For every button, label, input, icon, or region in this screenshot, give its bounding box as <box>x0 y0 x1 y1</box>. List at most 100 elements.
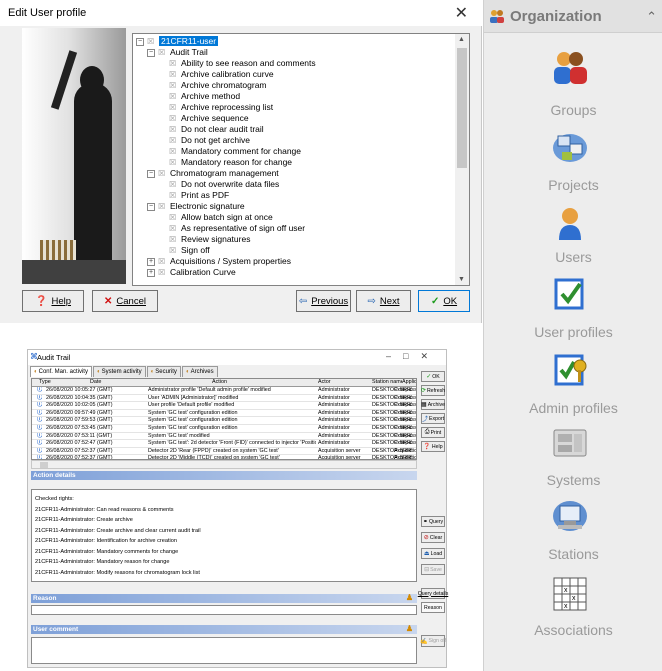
table-row[interactable]: ⓘ 26/08/2020 07:52:47 (GMT) System 'GC tes… <box>32 440 416 448</box>
tab-conf-man-activity[interactable]: ◐Conf. Man. activity <box>30 366 92 377</box>
checkbox-icon[interactable]: ☒ <box>158 268 166 277</box>
checkbox-icon[interactable]: ☒ <box>169 224 177 233</box>
reason-button[interactable]: Reason <box>421 602 445 613</box>
checkbox-icon[interactable]: ☒ <box>169 213 177 222</box>
collapse-toggle-icon[interactable]: − <box>147 48 155 57</box>
column-header[interactable]: Station name <box>372 379 402 387</box>
tree-node[interactable]: ☒ Sign off <box>169 245 210 256</box>
tree-node[interactable]: ☒ Review signatures <box>169 234 250 245</box>
column-header[interactable]: Type <box>39 379 53 387</box>
tree-node[interactable]: + ☒ Acquisitions / System properties <box>147 256 291 267</box>
checkbox-icon[interactable]: ☒ <box>169 70 177 79</box>
table-row[interactable]: ⓘ 26/08/2020 10:02:05 (GMT) User profile '… <box>32 402 416 410</box>
clear-button[interactable]: ⊘ Clear <box>421 532 445 543</box>
checkbox-icon[interactable]: ☒ <box>169 125 177 134</box>
refresh-button[interactable]: ⟳ Refresh <box>421 385 445 396</box>
checkbox-icon[interactable]: ☒ <box>169 147 177 156</box>
reason-input[interactable] <box>31 605 417 615</box>
table-row[interactable]: ⓘ 26/08/2020 07:52:37 (GMT) Detector 2D 'R… <box>32 448 416 456</box>
rights-tree[interactable]: − ☒ 21CFR11-user − ☒ Audit Trail ☒ Ability to s… <box>132 33 470 286</box>
tree-scrollbar[interactable]: ▲ ▼ <box>455 34 469 285</box>
tree-node[interactable]: − ☒ 21CFR11-user <box>136 36 219 47</box>
archive-button[interactable]: ▦ Archive <box>421 399 445 410</box>
tree-node[interactable]: ☒ Archive reprocessing list <box>169 102 273 113</box>
audit-help-button[interactable]: ❓ Help <box>421 441 445 452</box>
tree-node[interactable]: ☒ Do not clear audit trail <box>169 124 264 135</box>
checkbox-icon[interactable]: ☒ <box>158 48 166 57</box>
scroll-up-icon[interactable]: ▲ <box>458 36 465 43</box>
tab-system-activity[interactable]: ◐System activity <box>92 366 146 377</box>
print-button[interactable]: ⎙ Print <box>421 427 445 438</box>
checkbox-icon[interactable]: ☒ <box>158 202 166 211</box>
user-comment-input[interactable] <box>31 637 417 664</box>
tree-node[interactable]: ☒ Print as PDF <box>169 190 229 201</box>
tree-node[interactable]: ☒ Archive sequence <box>169 113 249 124</box>
ok-button[interactable]: ✓ OK <box>418 290 470 312</box>
expand-toggle-icon[interactable]: + <box>147 257 155 266</box>
checkbox-icon[interactable]: ☒ <box>147 37 155 46</box>
organization-header[interactable]: Organization ⌃ <box>484 0 662 33</box>
previous-button[interactable]: ⇦ Previous <box>296 290 351 312</box>
query-details-button[interactable]: Query details <box>418 588 448 599</box>
table-row[interactable]: ⓘ 26/08/2020 09:57:49 (GMT) System 'GC tes… <box>32 410 416 418</box>
table-row[interactable]: ⓘ 26/08/2020 10:05:27 (GMT) Administrator … <box>32 387 416 395</box>
tab-archives[interactable]: ◐Archives <box>181 366 218 377</box>
export-button[interactable]: ⤴ Export <box>421 413 445 424</box>
sign-off-button[interactable]: ✍ Sign off <box>420 635 446 647</box>
table-row[interactable]: ⓘ 26/08/2020 07:53:11 (GMT) System 'GC tes… <box>32 433 416 441</box>
checkbox-icon[interactable]: ☒ <box>158 169 166 178</box>
column-header[interactable]: Date <box>90 379 120 387</box>
tree-node[interactable]: ☒ Archive chromatogram <box>169 80 267 91</box>
checkbox-icon[interactable]: ☒ <box>169 92 177 101</box>
audit-ok-button[interactable]: ✓ OK <box>421 371 445 382</box>
checkbox-icon[interactable]: ☒ <box>169 114 177 123</box>
audit-grid[interactable]: Type Date Action Actor Station name Appl… <box>31 378 417 460</box>
checkbox-icon[interactable]: ☒ <box>169 136 177 145</box>
cancel-button[interactable]: ✕ Cancel <box>92 290 158 312</box>
window-controls[interactable]: –□✕ <box>386 351 440 362</box>
scroll-thumb[interactable] <box>457 48 467 168</box>
tree-node[interactable]: ☒ Archive calibration curve <box>169 69 274 80</box>
tree-node[interactable]: − ☒ Electronic signature <box>147 201 245 212</box>
checkbox-icon[interactable]: ☒ <box>169 81 177 90</box>
load-button[interactable]: ⏏ Load <box>421 548 445 559</box>
collapse-toggle-icon[interactable]: − <box>147 202 155 211</box>
tab-security[interactable]: ◐Security <box>146 366 181 377</box>
tree-node[interactable]: ☒ Do not overwrite data files <box>169 179 279 190</box>
help-button[interactable]: ❓ Help <box>22 290 84 312</box>
tree-node[interactable]: − ☒ Audit Trail <box>147 47 208 58</box>
checkbox-icon[interactable]: ☒ <box>169 191 177 200</box>
grid-horizontal-scrollbar[interactable] <box>31 460 417 469</box>
table-row[interactable]: ⓘ 26/08/2020 10:04:35 (GMT) User 'ADMIN [A… <box>32 395 416 403</box>
tree-node[interactable]: ☒ Ability to see reason and comments <box>169 58 316 69</box>
column-header[interactable]: Applicatio <box>402 379 416 387</box>
tree-node[interactable]: ☒ Archive method <box>169 91 240 102</box>
close-icon[interactable]: ✕ <box>455 3 468 23</box>
table-row[interactable]: ⓘ 26/08/2020 07:53:45 (GMT) System 'GC tes… <box>32 425 416 433</box>
table-row[interactable]: ⓘ 26/08/2020 07:59:53 (GMT) System 'GC tes… <box>32 417 416 425</box>
tree-node[interactable]: + ☒ Calibration Curve <box>147 267 236 278</box>
save-button[interactable]: ⊟ Save <box>421 564 445 575</box>
checkbox-icon[interactable]: ☒ <box>169 103 177 112</box>
next-button[interactable]: ⇨ Next <box>356 290 411 312</box>
collapse-toggle-icon[interactable]: − <box>136 37 144 46</box>
tree-node[interactable]: ☒ Mandatory reason for change <box>169 157 292 168</box>
checkbox-icon[interactable]: ☒ <box>169 158 177 167</box>
tree-node[interactable]: ☒ Do not get archive <box>169 135 250 146</box>
scroll-down-icon[interactable]: ▼ <box>458 276 465 283</box>
tree-node[interactable]: ☒ Allow batch sign at once <box>169 212 273 223</box>
expand-toggle-icon[interactable]: + <box>147 268 155 277</box>
collapse-icon[interactable]: ⌃ <box>646 9 657 25</box>
collapse-toggle-icon[interactable]: − <box>147 169 155 178</box>
tree-node[interactable]: − ☒ Chromatogram management <box>147 168 279 179</box>
query-button[interactable]: ⚭ Query <box>421 516 445 527</box>
checkbox-icon[interactable]: ☒ <box>169 235 177 244</box>
tree-node[interactable]: ☒ Mandatory comment for change <box>169 146 301 157</box>
tree-node[interactable]: ☒ As representative of sign off user <box>169 223 305 234</box>
checkbox-icon[interactable]: ☒ <box>158 257 166 266</box>
column-header[interactable]: Actor <box>318 379 348 387</box>
checkbox-icon[interactable]: ☒ <box>169 180 177 189</box>
checkbox-icon[interactable]: ☒ <box>169 59 177 68</box>
checkbox-icon[interactable]: ☒ <box>169 246 177 255</box>
column-header[interactable]: Action <box>212 379 252 387</box>
